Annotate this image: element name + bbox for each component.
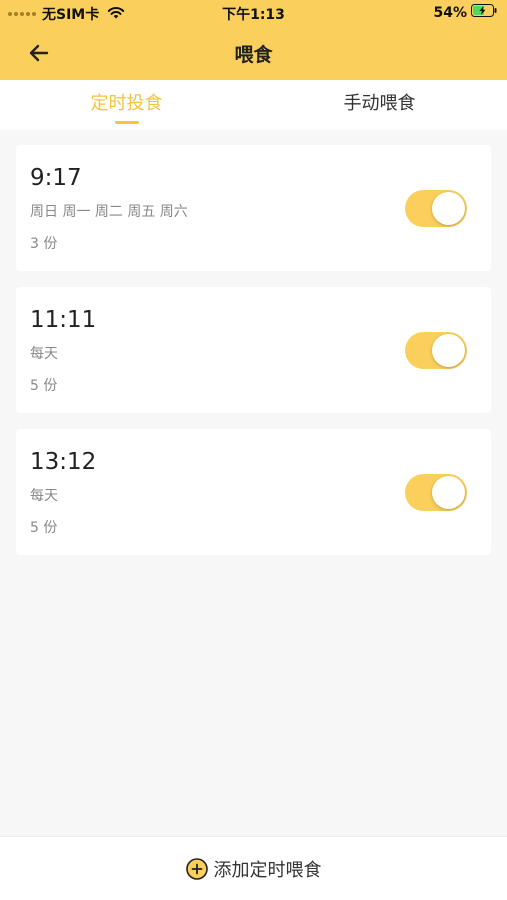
battery-percent: 54% <box>433 4 467 21</box>
schedule-portion: 5 份 <box>30 520 58 536</box>
feeding-screen: 无SIM卡 下午1:13 54% 喂食 定时投食 手动喂食 9:17 周日 周一… <box>0 0 507 900</box>
schedule-time: 13:12 <box>30 449 97 475</box>
schedule-card[interactable]: 11:11 每天 5 份 <box>16 287 491 413</box>
toggle-knob <box>432 334 465 367</box>
tab-bar: 定时投食 手动喂食 <box>0 80 507 130</box>
toggle-knob <box>432 192 465 225</box>
tab-manual-feeding[interactable]: 手动喂食 <box>253 80 506 130</box>
schedule-portion: 3 份 <box>30 236 58 252</box>
header: 无SIM卡 下午1:13 54% 喂食 <box>0 0 507 80</box>
page-title: 喂食 <box>234 44 273 66</box>
schedule-repeat-days: 每天 <box>30 346 58 362</box>
schedule-toggle[interactable] <box>405 474 467 511</box>
schedule-repeat-days: 周日 周一 周二 周五 周六 <box>30 204 188 220</box>
schedule-repeat-days: 每天 <box>30 488 58 504</box>
toggle-knob <box>432 476 465 509</box>
battery-charging-icon <box>471 4 497 21</box>
nav-bar: 喂食 <box>0 26 507 80</box>
status-time: 下午1:13 <box>222 7 285 23</box>
status-right: 54% <box>433 4 497 21</box>
plus-circle-icon <box>185 857 208 880</box>
add-schedule-button[interactable]: 添加定时喂食 <box>0 836 507 900</box>
schedule-portion: 5 份 <box>30 378 58 394</box>
schedule-card[interactable]: 13:12 每天 5 份 <box>16 429 491 555</box>
schedule-time: 11:11 <box>30 307 97 333</box>
schedule-toggle[interactable] <box>405 332 467 369</box>
schedule-time: 9:17 <box>30 165 82 191</box>
add-schedule-label: 添加定时喂食 <box>213 859 322 881</box>
active-tab-indicator <box>115 121 139 124</box>
status-bar: 无SIM卡 下午1:13 54% <box>0 0 507 26</box>
schedule-card[interactable]: 9:17 周日 周一 周二 周五 周六 3 份 <box>16 145 491 271</box>
schedule-toggle[interactable] <box>405 190 467 227</box>
